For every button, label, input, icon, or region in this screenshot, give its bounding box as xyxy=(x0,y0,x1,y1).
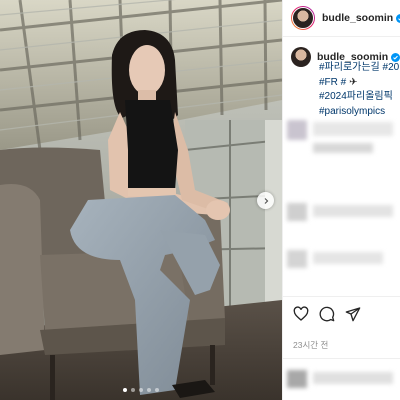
carousel-dot xyxy=(147,388,151,392)
hashtag-list: #파리로가는길 #20 #FR # ✈ #2024파리올림픽 #parisoly… xyxy=(319,61,399,120)
comment-text-blurred xyxy=(313,372,393,384)
share-icon[interactable] xyxy=(345,306,361,322)
post-timestamp[interactable]: 23시간 전 xyxy=(293,339,328,351)
comment-text-blurred xyxy=(313,205,393,217)
carousel-dot xyxy=(155,388,159,392)
hashtag-line[interactable]: #FR # ✈ xyxy=(319,76,393,91)
post-header: budle_soomin • xyxy=(283,0,400,37)
comment-icon[interactable] xyxy=(319,306,335,322)
hashtag-line[interactable]: #파리로가는길 #20 xyxy=(319,61,399,76)
hashtag-line[interactable]: #parisolympics xyxy=(319,105,393,120)
avatar xyxy=(292,7,314,29)
comment-avatar-blurred xyxy=(287,203,307,221)
divider xyxy=(283,358,400,359)
comment-text-blurred xyxy=(313,122,393,136)
comment-avatar-blurred xyxy=(287,120,307,140)
comment-text-blurred xyxy=(313,143,373,153)
hashtag-line[interactable]: #2024파리올림픽 xyxy=(319,90,393,105)
action-bar xyxy=(283,296,400,330)
avatar[interactable] xyxy=(291,47,311,67)
post-image xyxy=(0,0,282,400)
username-link[interactable]: budle_soomin xyxy=(322,12,393,24)
comment-text-blurred xyxy=(313,252,383,264)
post-sidebar: budle_soomin • budle_soomin 수 #파리로가는길 #2… xyxy=(282,0,400,400)
comment-avatar-blurred xyxy=(287,250,307,268)
verified-badge-icon xyxy=(393,13,400,23)
story-ring[interactable] xyxy=(291,6,315,30)
carousel-dot xyxy=(139,388,143,392)
carousel-dot xyxy=(123,388,127,392)
post-caption: budle_soomin 수 #파리로가는길 #20 #FR # ✈ #2024… xyxy=(283,37,400,119)
carousel-dot xyxy=(131,388,135,392)
post-photo[interactable] xyxy=(0,0,282,400)
airplane-icon: ✈ xyxy=(349,76,358,88)
heart-icon[interactable] xyxy=(293,305,309,322)
chevron-right-icon xyxy=(262,197,270,205)
carousel-next-button[interactable] xyxy=(257,192,274,209)
carousel-indicator xyxy=(0,388,282,392)
comment-avatar-blurred xyxy=(287,370,307,388)
